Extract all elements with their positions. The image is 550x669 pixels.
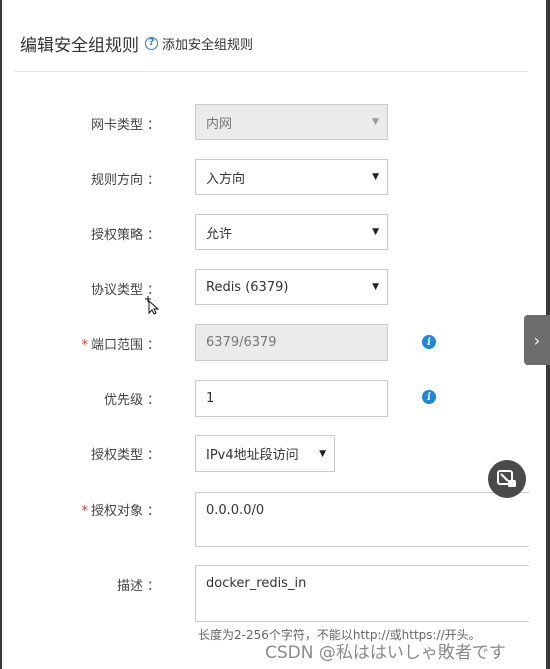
direction-label: 规则方向： (90, 173, 160, 188)
add-rule-help-link[interactable]: 添加安全组规则 (162, 34, 253, 53)
question-circle-icon[interactable]: ? (145, 36, 158, 50)
policy-value: 允许 (206, 226, 233, 242)
auth-type-label: 授权类型： (90, 448, 160, 463)
info-icon[interactable]: i (422, 390, 436, 404)
nic-type-select: 内网 ▼ (195, 104, 388, 140)
port-range-input: 6379/6379 (195, 324, 388, 361)
chevron-right-icon: › (533, 330, 541, 350)
chevron-down-icon: ▼ (372, 172, 379, 182)
port-range-label: * 端口范围： (81, 338, 160, 353)
nic-type-value: 内网 (206, 116, 233, 132)
chevron-down-icon: ▼ (372, 282, 379, 292)
info-icon[interactable]: i (422, 335, 436, 349)
chevron-down-icon: ▼ (372, 227, 379, 237)
description-label: 描述： (116, 579, 160, 594)
direction-value: 入方向 (206, 171, 246, 187)
priority-input[interactable]: 1 (195, 380, 388, 417)
auth-type-value: IPv4地址段访问 (206, 448, 299, 463)
dialog-header: 编辑安全组规则 ? 添加安全组规则 (20, 30, 253, 56)
policy-select[interactable]: 允许 ▼ (195, 214, 388, 250)
page-title: 编辑安全组规则 (20, 35, 139, 56)
description-textarea[interactable]: docker_redis_in (195, 565, 529, 622)
chevron-down-icon: ▼ (372, 117, 379, 127)
auth-object-label: * 授权对象： (81, 504, 160, 519)
screenshot-float-button[interactable] (488, 460, 526, 498)
priority-value: 1 (206, 391, 215, 406)
description-value: docker_redis_in (206, 576, 307, 591)
expand-panel-tab[interactable]: › (524, 315, 550, 365)
chevron-down-icon: ▼ (319, 448, 326, 459)
auth-object-value: 0.0.0.0/0 (206, 503, 265, 518)
protocol-select[interactable]: Redis (6379) ▼ (195, 269, 388, 305)
auth-object-textarea[interactable]: 0.0.0.0/0 (195, 492, 529, 547)
required-marker: * (81, 504, 88, 519)
nic-type-label: 网卡类型： (90, 118, 160, 133)
priority-label: 优先级： (103, 393, 160, 408)
header-divider (14, 71, 528, 72)
protocol-value: Redis (6379) (206, 279, 289, 295)
window-frame-left (0, 0, 2, 669)
watermark: CSDN @私ははいしゃ敗者です (265, 643, 506, 663)
port-range-value: 6379/6379 (206, 335, 277, 350)
auth-type-select[interactable]: IPv4地址段访问 ▼ (195, 435, 335, 472)
direction-select[interactable]: 入方向 ▼ (195, 159, 388, 195)
policy-label: 授权策略： (90, 228, 160, 243)
move-cursor-icon (145, 296, 159, 315)
screenshot-icon (497, 470, 516, 487)
required-marker: * (81, 338, 88, 353)
